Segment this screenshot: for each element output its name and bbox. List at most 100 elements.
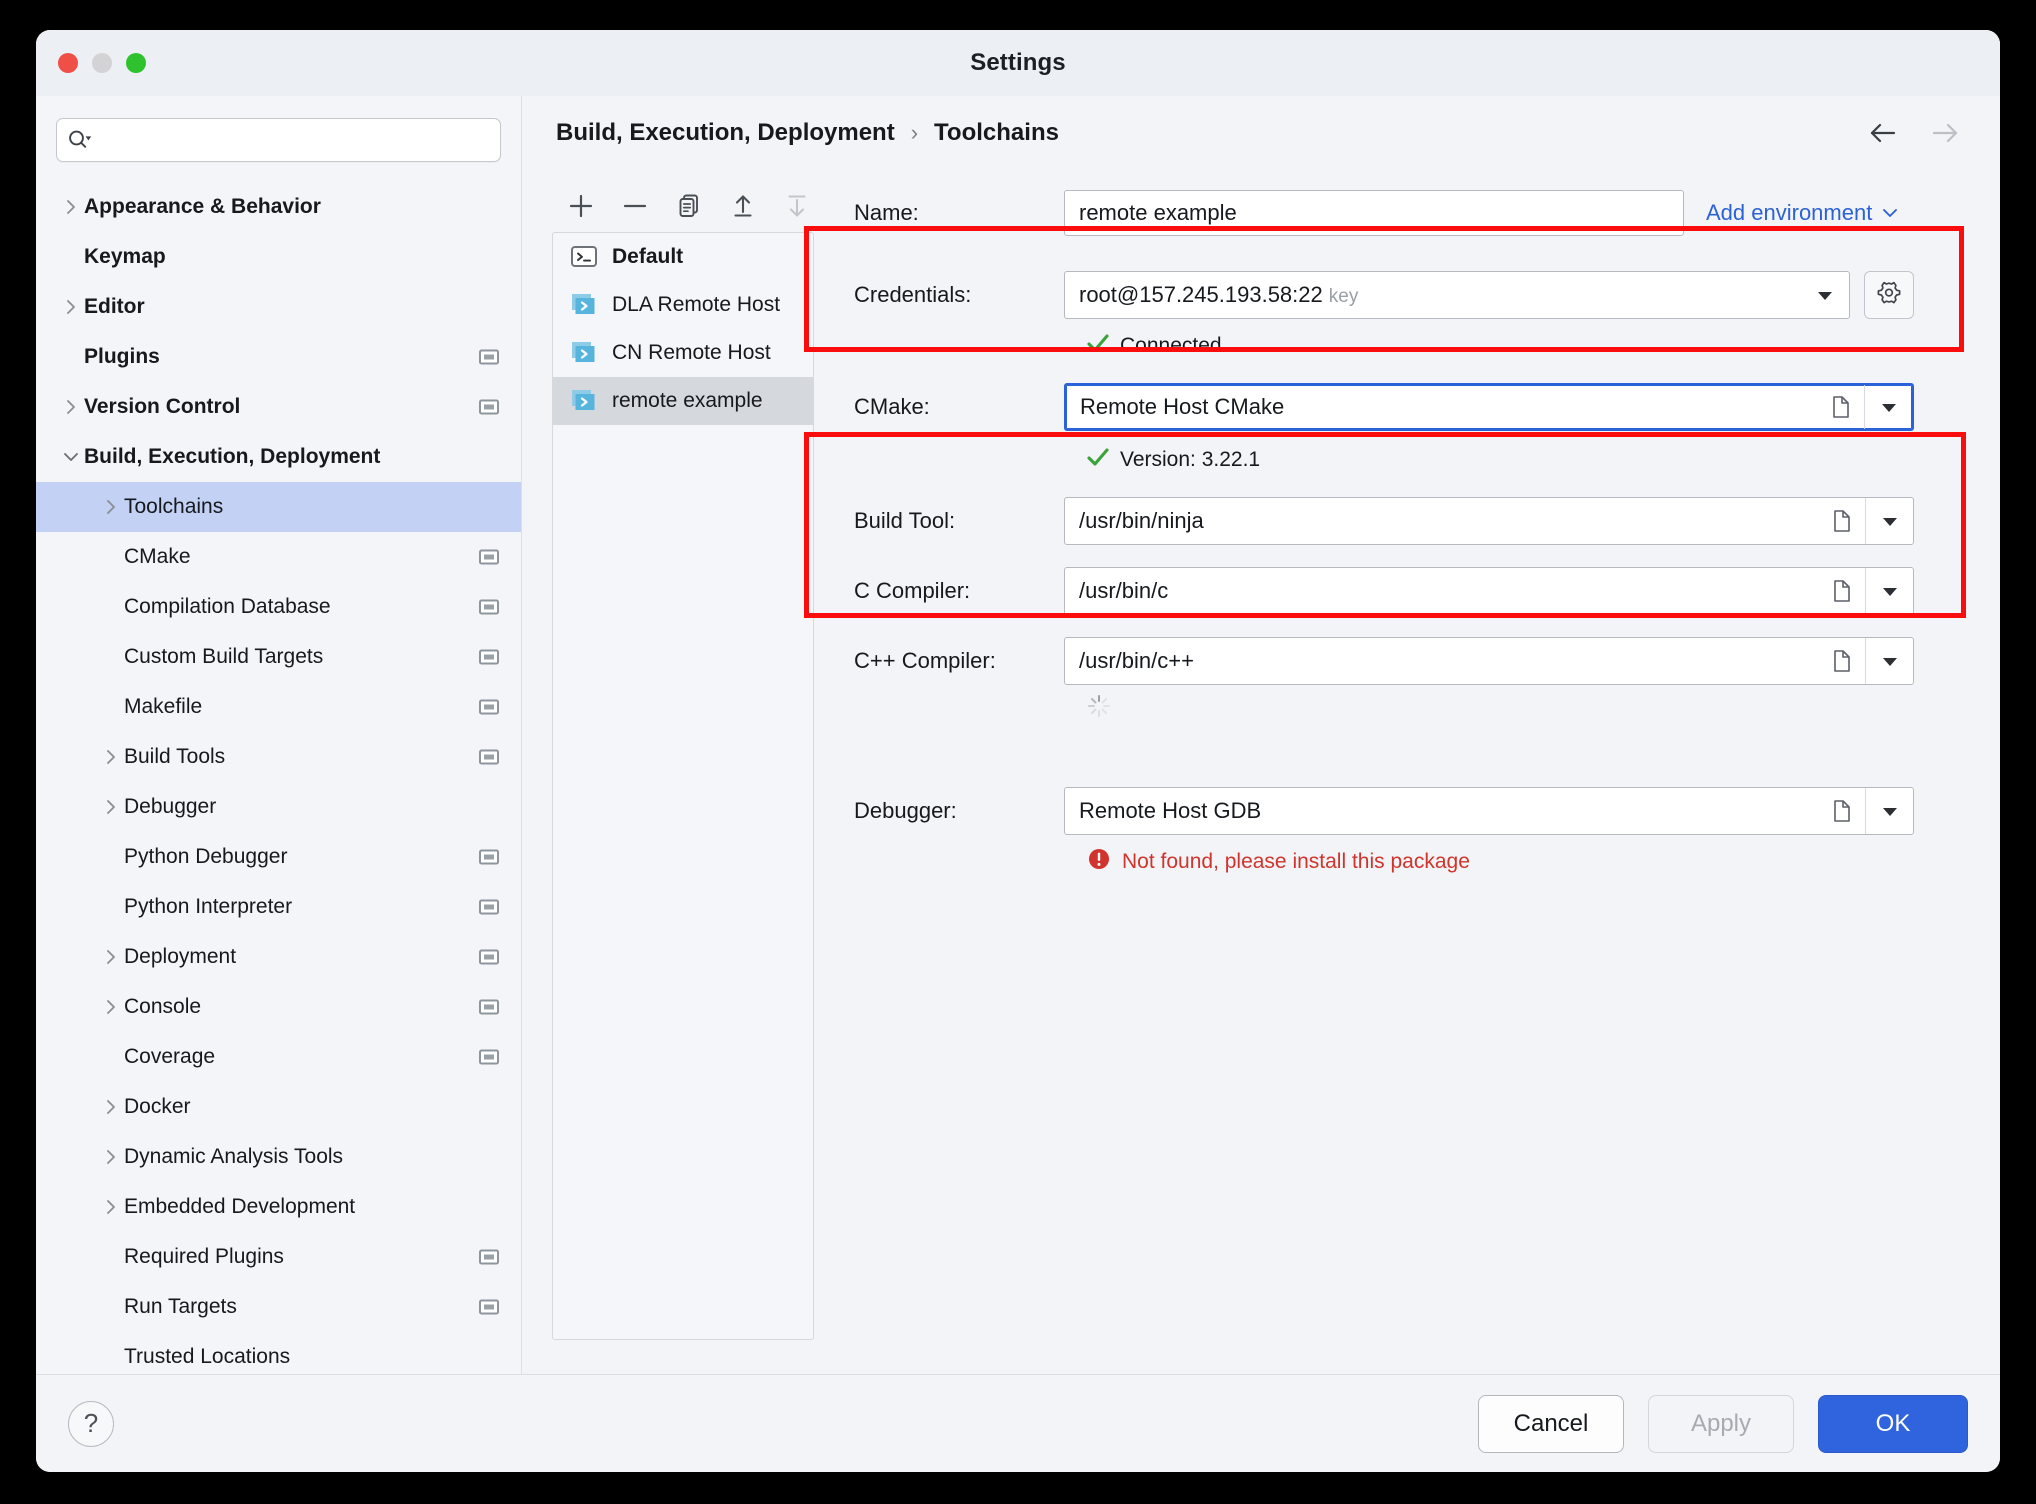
- credentials-dropdown-arrow-icon[interactable]: [1801, 287, 1849, 303]
- chevron-right-icon[interactable]: [58, 396, 84, 418]
- sidebar-item-trusted-locations[interactable]: Trusted Locations: [36, 1332, 521, 1374]
- chevron-right-icon[interactable]: [98, 496, 124, 518]
- toolchain-list-item[interactable]: remote example: [553, 377, 813, 425]
- sidebar-item-python-debugger[interactable]: Python Debugger: [36, 832, 521, 882]
- project-settings-indicator-icon: [479, 849, 499, 865]
- chevron-right-icon[interactable]: [98, 1196, 124, 1218]
- sidebar-item-required-plugins[interactable]: Required Plugins: [36, 1232, 521, 1282]
- toolchain-list-item[interactable]: Default: [553, 233, 813, 281]
- remote-host-icon: [569, 340, 599, 366]
- sidebar-item-label: Makefile: [124, 695, 203, 718]
- cxx-compiler-value: /usr/bin/c++: [1079, 648, 1194, 673]
- sidebar-item-dynamic-analysis-tools[interactable]: Dynamic Analysis Tools: [36, 1132, 521, 1182]
- add-environment-button[interactable]: Add environment: [1706, 200, 1900, 226]
- navigation-arrows: [1866, 118, 1976, 148]
- project-settings-indicator-icon: [479, 749, 499, 765]
- sidebar-item-coverage[interactable]: Coverage: [36, 1032, 521, 1082]
- sidebar-item-appearance-behavior[interactable]: Appearance & Behavior: [36, 182, 521, 232]
- sidebar-item-debugger[interactable]: Debugger: [36, 782, 521, 832]
- build-tool-label: Build Tool:: [854, 508, 956, 533]
- build-tool-combo[interactable]: /usr/bin/ninja: [1064, 497, 1914, 545]
- minimize-button[interactable]: [92, 53, 112, 73]
- apply-button[interactable]: Apply: [1648, 1394, 1794, 1453]
- cancel-button[interactable]: Cancel: [1478, 1394, 1624, 1453]
- sidebar-item-version-control[interactable]: Version Control: [36, 382, 521, 432]
- chevron-right-icon[interactable]: [98, 996, 124, 1018]
- terminal-icon: [569, 244, 599, 270]
- move-down-button[interactable]: [782, 191, 812, 221]
- window-body: Appearance & Behavior Keymap Editor Plugins…: [36, 96, 2000, 1374]
- debugger-combo[interactable]: Remote Host GDB: [1064, 787, 1914, 835]
- close-button[interactable]: [58, 53, 78, 73]
- c-compiler-browse-button[interactable]: [1819, 578, 1865, 604]
- sidebar-item-build-tools[interactable]: Build Tools: [36, 732, 521, 782]
- chevron-right-icon[interactable]: [98, 796, 124, 818]
- search-input[interactable]: [93, 129, 490, 151]
- zoom-button[interactable]: [126, 53, 146, 73]
- remove-toolchain-button[interactable]: [620, 191, 650, 221]
- cmake-browse-button[interactable]: [1818, 394, 1864, 420]
- cmake-combo[interactable]: Remote Host CMake: [1064, 383, 1914, 431]
- breadcrumb-separator-icon: ›: [910, 120, 919, 145]
- settings-sidebar: Appearance & Behavior Keymap Editor Plugins…: [36, 96, 522, 1374]
- sidebar-item-build-execution-deployment[interactable]: Build, Execution, Deployment: [36, 432, 521, 482]
- sidebar-item-cmake[interactable]: CMake: [36, 532, 521, 582]
- credentials-combo[interactable]: root@157.245.193.58:22 key: [1064, 271, 1850, 319]
- c-compiler-row: C Compiler: /usr/bin/c: [832, 560, 1970, 622]
- c-compiler-dropdown-arrow-icon[interactable]: [1865, 568, 1913, 614]
- spinner-icon: [1086, 693, 1112, 725]
- move-up-button[interactable]: [728, 191, 758, 221]
- sidebar-item-label: Run Targets: [124, 1295, 237, 1318]
- cxx-compiler-dropdown-arrow-icon[interactable]: [1865, 638, 1913, 684]
- project-settings-indicator-icon: [479, 949, 499, 965]
- chevron-right-icon[interactable]: [58, 296, 84, 318]
- build-tool-dropdown-arrow-icon[interactable]: [1865, 498, 1913, 544]
- sidebar-item-plugins[interactable]: Plugins: [36, 332, 521, 382]
- sidebar-item-run-targets[interactable]: Run Targets: [36, 1282, 521, 1332]
- add-environment-label: Add environment: [1706, 200, 1873, 225]
- cxx-compiler-browse-button[interactable]: [1819, 648, 1865, 674]
- sidebar-item-python-interpreter[interactable]: Python Interpreter: [36, 882, 521, 932]
- sidebar-item-label: Editor: [84, 295, 145, 318]
- build-tool-browse-button[interactable]: [1819, 508, 1865, 534]
- chevron-right-icon[interactable]: [58, 196, 84, 218]
- search-box[interactable]: [56, 118, 501, 162]
- sidebar-item-keymap[interactable]: Keymap: [36, 232, 521, 282]
- sidebar-item-console[interactable]: Console: [36, 982, 521, 1032]
- sidebar-item-custom-build-targets[interactable]: Custom Build Targets: [36, 632, 521, 682]
- back-arrow-icon[interactable]: [1866, 118, 1900, 148]
- sidebar-item-label: Compilation Database: [124, 595, 331, 618]
- credentials-settings-button[interactable]: [1864, 271, 1914, 319]
- chevron-right-icon[interactable]: [98, 1096, 124, 1118]
- toolchain-list[interactable]: Default DLA Remote Host CN Remote Host remo…: [552, 232, 814, 1340]
- forward-arrow-icon[interactable]: [1928, 118, 1962, 148]
- sidebar-item-toolchains[interactable]: Toolchains: [36, 482, 521, 532]
- cmake-dropdown-arrow-icon[interactable]: [1864, 385, 1912, 429]
- chevron-down-icon[interactable]: [58, 449, 84, 465]
- ok-button[interactable]: OK: [1818, 1394, 1968, 1453]
- sidebar-item-editor[interactable]: Editor: [36, 282, 521, 332]
- c-compiler-combo[interactable]: /usr/bin/c: [1064, 567, 1914, 615]
- add-toolchain-button[interactable]: [566, 191, 596, 221]
- debugger-browse-button[interactable]: [1819, 798, 1865, 824]
- sidebar-item-embedded-development[interactable]: Embedded Development: [36, 1182, 521, 1232]
- toolchain-list-item-label: CN Remote Host: [612, 341, 771, 364]
- sidebar-item-docker[interactable]: Docker: [36, 1082, 521, 1132]
- toolchain-list-item[interactable]: DLA Remote Host: [553, 281, 813, 329]
- help-button[interactable]: ?: [68, 1400, 114, 1447]
- toolchain-list-item[interactable]: CN Remote Host: [553, 329, 813, 377]
- breadcrumb-parent[interactable]: Build, Execution, Deployment: [556, 119, 895, 147]
- cxx-compiler-combo[interactable]: /usr/bin/c++: [1064, 637, 1914, 685]
- chevron-right-icon[interactable]: [98, 1146, 124, 1168]
- debugger-dropdown-arrow-icon[interactable]: [1865, 788, 1913, 834]
- sidebar-item-makefile[interactable]: Makefile: [36, 682, 521, 732]
- search-icon: [67, 129, 93, 151]
- sidebar-item-deployment[interactable]: Deployment: [36, 932, 521, 982]
- sidebar-item-compilation-database[interactable]: Compilation Database: [36, 582, 521, 632]
- name-input[interactable]: remote example: [1064, 190, 1684, 236]
- project-settings-indicator-icon: [479, 699, 499, 715]
- chevron-right-icon[interactable]: [98, 946, 124, 968]
- sidebar-item-label: Keymap: [84, 245, 166, 268]
- chevron-right-icon[interactable]: [98, 746, 124, 768]
- copy-toolchain-button[interactable]: [674, 191, 704, 221]
